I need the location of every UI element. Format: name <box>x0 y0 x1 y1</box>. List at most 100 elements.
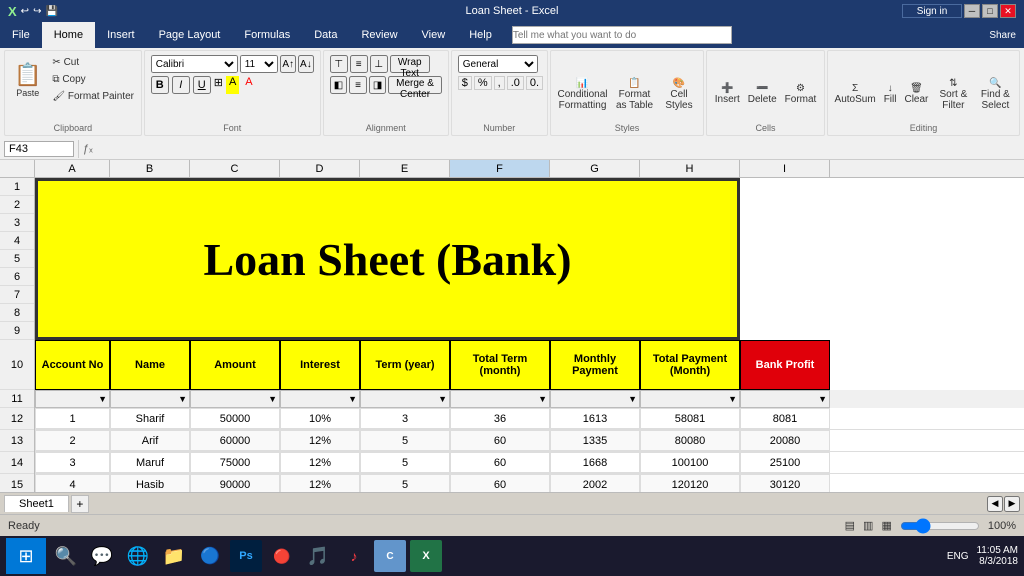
delete-button[interactable]: ➖Delete <box>745 80 780 108</box>
col-header-c[interactable]: C <box>190 160 280 177</box>
cell-amount[interactable]: 50000 <box>190 408 280 429</box>
font-color-button[interactable]: A <box>242 76 255 94</box>
name-box[interactable] <box>4 141 74 157</box>
cell-total-payment[interactable]: 100100 <box>640 452 740 473</box>
cell-interest[interactable]: 10% <box>280 408 360 429</box>
taskbar-photoshop-icon[interactable]: Ps <box>230 540 262 572</box>
number-format-select[interactable]: General <box>458 55 538 73</box>
filter-f[interactable]: ▼ <box>450 390 550 408</box>
view-page-break-button[interactable]: ▦ <box>881 519 891 532</box>
sort-filter-button[interactable]: ⇅Sort & Filter <box>933 75 973 114</box>
clear-button[interactable]: 🗑Clear <box>901 80 931 108</box>
cell-amount[interactable]: 75000 <box>190 452 280 473</box>
cell-amount[interactable]: 90000 <box>190 474 280 492</box>
italic-button[interactable]: I <box>172 76 190 94</box>
cell-monthly-payment[interactable]: 2002 <box>550 474 640 492</box>
align-middle-button[interactable]: ≡ <box>350 55 368 73</box>
cell-name[interactable]: Hasib <box>110 474 190 492</box>
border-button[interactable]: ⊞ <box>214 76 223 94</box>
filter-d[interactable]: ▼ <box>280 390 360 408</box>
increase-font-button[interactable]: A↑ <box>280 55 296 73</box>
cell-bank-profit[interactable]: 20080 <box>740 430 830 451</box>
filter-c[interactable]: ▼ <box>190 390 280 408</box>
cell-bank-profit[interactable]: 25100 <box>740 452 830 473</box>
taskbar-red-icon[interactable]: 🔴 <box>266 540 298 572</box>
col-header-e[interactable]: E <box>360 160 450 177</box>
col-header-f[interactable]: F <box>450 160 550 177</box>
view-layout-button[interactable]: ▥ <box>863 519 873 532</box>
filter-h[interactable]: ▼ <box>640 390 740 408</box>
cell-total-payment[interactable]: 80080 <box>640 430 740 451</box>
cell-account-no[interactable]: 3 <box>35 452 110 473</box>
format-as-table-button[interactable]: 📋Format as Table <box>612 75 657 114</box>
tab-view[interactable]: View <box>410 22 458 48</box>
col-header-b[interactable]: B <box>110 160 190 177</box>
cell-total-term[interactable]: 60 <box>450 474 550 492</box>
sheet-title-cell[interactable]: Loan Sheet (Bank) <box>35 178 740 340</box>
tab-formulas[interactable]: Formulas <box>232 22 302 48</box>
copy-button[interactable]: ⧉ Copy <box>48 72 138 87</box>
taskbar-explorer-icon[interactable]: 📁 <box>158 540 190 572</box>
cell-interest[interactable]: 12% <box>280 430 360 451</box>
cell-term[interactable]: 3 <box>360 408 450 429</box>
cell-account-no[interactable]: 1 <box>35 408 110 429</box>
tab-file[interactable]: File <box>0 22 42 48</box>
wrap-text-button[interactable]: Wrap Text <box>390 55 430 73</box>
cell-interest[interactable]: 12% <box>280 474 360 492</box>
align-right-button[interactable]: ◨ <box>369 76 387 94</box>
scroll-left-button[interactable]: ◀ <box>987 496 1003 512</box>
cell-styles-button[interactable]: 🎨Cell Styles <box>659 75 699 114</box>
quick-access-save[interactable]: 💾 <box>45 6 57 17</box>
tab-home[interactable]: Home <box>42 22 95 48</box>
decrease-decimal-button[interactable]: 0. <box>526 76 543 90</box>
cell-name[interactable]: Arif <box>110 430 190 451</box>
ribbon-search-input[interactable] <box>512 26 732 44</box>
taskbar-edge-icon[interactable]: 🌐 <box>122 540 154 572</box>
cell-account-no[interactable]: 2 <box>35 430 110 451</box>
decrease-font-button[interactable]: A↓ <box>298 55 314 73</box>
add-sheet-button[interactable]: + <box>71 495 89 513</box>
cell-name[interactable]: Sharif <box>110 408 190 429</box>
start-button[interactable]: ⊞ <box>6 538 46 574</box>
cell-amount[interactable]: 60000 <box>190 430 280 451</box>
format-button[interactable]: ⚙Format <box>782 80 820 108</box>
taskbar-search-icon[interactable]: 🔍 <box>50 540 82 572</box>
cell-term[interactable]: 5 <box>360 452 450 473</box>
tab-help[interactable]: Help <box>457 22 504 48</box>
cell-total-payment[interactable]: 58081 <box>640 408 740 429</box>
bold-button[interactable]: B <box>151 76 169 94</box>
comma-button[interactable]: , <box>494 76 505 90</box>
align-center-button[interactable]: ≡ <box>349 76 367 94</box>
cell-monthly-payment[interactable]: 1668 <box>550 452 640 473</box>
close-button[interactable]: ✕ <box>1000 4 1016 18</box>
increase-decimal-button[interactable]: .0 <box>507 76 524 90</box>
merge-center-button[interactable]: Merge & Center <box>388 76 441 94</box>
filter-g[interactable]: ▼ <box>550 390 640 408</box>
col-header-d[interactable]: D <box>280 160 360 177</box>
share-button[interactable]: Share <box>981 22 1024 48</box>
tab-insert[interactable]: Insert <box>95 22 147 48</box>
conditional-formatting-button[interactable]: 📊Conditional Formatting <box>555 75 610 114</box>
quick-access-undo[interactable]: ↩ <box>21 6 29 17</box>
cell-total-term[interactable]: 60 <box>450 452 550 473</box>
align-left-button[interactable]: ◧ <box>330 76 348 94</box>
autosum-button[interactable]: ΣAutoSum <box>832 80 879 108</box>
cell-name[interactable]: Maruf <box>110 452 190 473</box>
maximize-button[interactable]: □ <box>982 4 998 18</box>
cell-interest[interactable]: 12% <box>280 452 360 473</box>
currency-button[interactable]: $ <box>458 76 472 90</box>
quick-access-redo[interactable]: ↪ <box>33 6 41 17</box>
cell-total-payment[interactable]: 120120 <box>640 474 740 492</box>
taskbar-cpp-icon[interactable]: C <box>374 540 406 572</box>
filter-e[interactable]: ▼ <box>360 390 450 408</box>
percent-button[interactable]: % <box>474 76 492 90</box>
sheet-tab-sheet1[interactable]: Sheet1 <box>4 495 69 512</box>
col-header-g[interactable]: G <box>550 160 640 177</box>
view-normal-button[interactable]: ▤ <box>845 519 855 532</box>
signin-button[interactable]: Sign in <box>902 4 962 18</box>
find-select-button[interactable]: 🔍Find & Select <box>975 75 1015 114</box>
cell-bank-profit[interactable]: 30120 <box>740 474 830 492</box>
cell-total-term[interactable]: 36 <box>450 408 550 429</box>
taskbar-music-icon[interactable]: 🎵 <box>302 540 334 572</box>
col-header-h[interactable]: H <box>640 160 740 177</box>
